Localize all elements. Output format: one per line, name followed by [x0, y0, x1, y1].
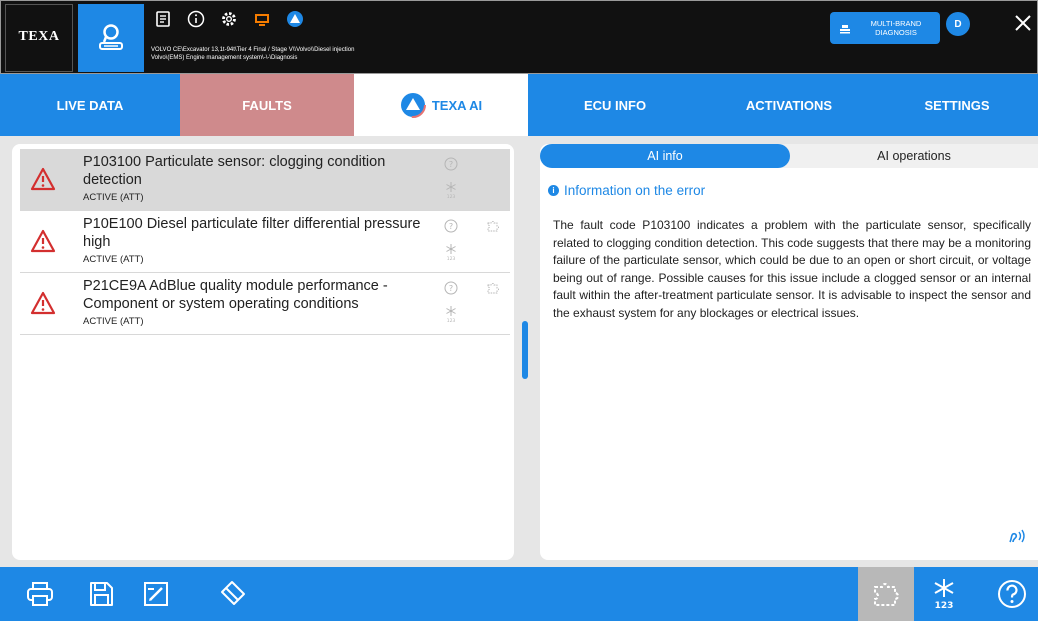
svg-text:?: ? — [449, 160, 453, 169]
document-icon — [156, 11, 170, 27]
freeze-frame-button[interactable]: 123 — [916, 567, 972, 621]
eraser-icon — [221, 581, 245, 605]
svg-text:123: 123 — [447, 256, 456, 261]
clear-faults-button[interactable] — [204, 567, 260, 621]
report-edit-icon — [144, 582, 168, 606]
user-avatar[interactable]: D — [946, 12, 970, 36]
toolbar-icons — [153, 9, 305, 29]
fault-list: P103100 Particulate sensor: clogging con… — [12, 144, 514, 560]
vehicle-path-line2: Volvo\(EMS) Engine management system\-\-… — [151, 54, 298, 61]
fault-title: P21CE9A AdBlue quality module performanc… — [83, 278, 388, 312]
info-button[interactable] — [186, 9, 206, 29]
text-to-speech-icon[interactable] — [1006, 526, 1028, 546]
tab-texa-ai-label: TEXA AI — [431, 97, 483, 113]
help-icon[interactable]: ? — [444, 219, 458, 233]
person-car-icon — [99, 24, 123, 50]
puzzle-icon[interactable] — [486, 281, 500, 295]
tab-live-data[interactable]: LIVE DATA — [0, 74, 180, 136]
screen-button[interactable] — [252, 9, 272, 29]
print-button[interactable] — [12, 567, 68, 621]
tab-texa-ai[interactable]: TEXA AI — [354, 74, 528, 136]
main-tabs: LIVE DATA FAULTS TEXA AI ECU INFO ACTIVA… — [0, 74, 1038, 136]
texa-logo: TEXA — [5, 4, 73, 72]
warning-icon — [30, 291, 56, 315]
help-icon[interactable]: ? — [444, 157, 458, 171]
info-heading: i Information on the error — [548, 183, 705, 198]
info-icon — [187, 10, 205, 28]
save-icon — [90, 582, 113, 606]
info-title: Information on the error — [564, 183, 706, 198]
svg-text:?: ? — [449, 222, 453, 231]
info-icon: i — [548, 185, 559, 196]
texa-ai-icon — [287, 11, 303, 27]
fault-title: P10E100 Diesel particulate filter differ… — [83, 216, 421, 250]
warning-icon — [30, 229, 56, 253]
vehicle-path-line1: VOLVO CE\Excavator 13,1t-94t\Tier 4 Fina… — [151, 47, 355, 53]
close-button[interactable] — [1011, 11, 1035, 35]
puzzle-icon — [874, 583, 899, 606]
fault-status: ACTIVE (ATT) — [83, 254, 144, 265]
fault-status: ACTIVE (ATT) — [83, 192, 144, 203]
document-button[interactable] — [153, 9, 173, 29]
texa-ai-icon — [399, 92, 426, 118]
puzzle-icon[interactable] — [486, 219, 500, 233]
report-edit-button[interactable] — [128, 567, 184, 621]
settings-button[interactable] — [219, 9, 239, 29]
tab-ecu-info[interactable]: ECU INFO — [528, 74, 702, 136]
multi-brand-diagnosis-button[interactable]: MULTI-BRAND DIAGNOSIS — [830, 12, 940, 44]
home-button[interactable] — [78, 4, 144, 72]
fault-row[interactable]: P103100 Particulate sensor: clogging con… — [20, 149, 510, 211]
ai-info-tab[interactable]: AI info — [540, 144, 790, 168]
ai-operations-tab[interactable]: AI operations — [790, 144, 1038, 168]
ai-panel: AI info AI operations i Information on t… — [540, 144, 1038, 560]
multi-brand-label: MULTI-BRAND DIAGNOSIS — [870, 19, 922, 37]
tab-faults[interactable]: FAULTS — [180, 74, 354, 136]
tab-settings[interactable]: SETTINGS — [876, 74, 1038, 136]
svg-text:?: ? — [449, 284, 453, 293]
fault-row[interactable]: P21CE9A AdBlue quality module performanc… — [20, 273, 510, 335]
warning-icon — [30, 167, 56, 191]
screen-icon — [255, 14, 269, 26]
puzzle-button[interactable] — [858, 567, 914, 621]
info-body: The fault code P103100 indicates a probl… — [553, 218, 1031, 320]
svg-text:123: 123 — [935, 601, 954, 611]
print-icon — [27, 582, 53, 606]
help-icon[interactable]: ? — [444, 281, 458, 295]
settings-icon — [222, 12, 236, 26]
vehicle-path: VOLVO CE\Excavator 13,1t-94t\Tier 4 Fina… — [151, 47, 354, 62]
ai-segmented-control: AI info AI operations — [540, 144, 1038, 168]
svg-text:123: 123 — [447, 318, 456, 323]
texa-ai-toolbar-button[interactable] — [285, 9, 305, 29]
top-bar: TEXA VOLVO CE\Excavator 13,1t-94t\Tier 4… — [0, 0, 1038, 74]
main-area: P103100 Particulate sensor: clogging con… — [0, 136, 1038, 567]
save-button[interactable] — [73, 567, 129, 621]
freeze-frame-icon: 123 — [934, 579, 954, 611]
fault-status: ACTIVE (ATT) — [83, 316, 144, 327]
multi-brand-icon — [840, 25, 850, 34]
freeze-frame-icon[interactable]: 123 — [445, 181, 457, 199]
svg-text:123: 123 — [447, 194, 456, 199]
freeze-frame-icon[interactable]: 123 — [445, 243, 457, 261]
fault-row[interactable]: P10E100 Diesel particulate filter differ… — [20, 211, 510, 273]
tab-activations[interactable]: ACTIVATIONS — [702, 74, 876, 136]
close-icon — [1015, 15, 1031, 31]
freeze-frame-icon[interactable]: 123 — [445, 305, 457, 323]
help-button[interactable] — [984, 567, 1038, 621]
logo-text: TEXA — [18, 29, 60, 44]
help-icon — [998, 580, 1026, 608]
scrollbar-thumb[interactable] — [522, 321, 528, 379]
bottom-toolbar: 123 — [0, 567, 1038, 621]
fault-title: P103100 Particulate sensor: clogging con… — [83, 154, 386, 188]
